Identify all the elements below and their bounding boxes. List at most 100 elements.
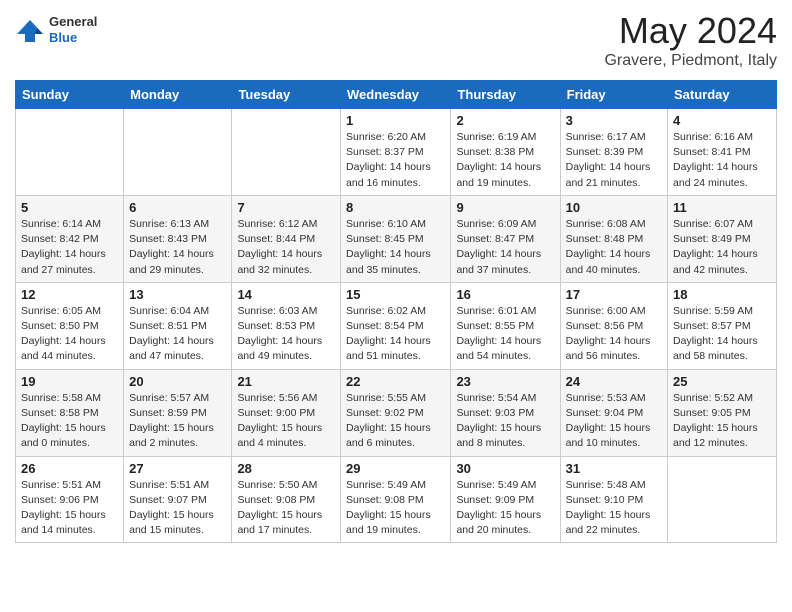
day-number: 14 [237, 287, 335, 302]
calendar-day-cell: 23Sunrise: 5:54 AM Sunset: 9:03 PM Dayli… [451, 369, 560, 456]
day-info: Sunrise: 6:07 AM Sunset: 8:49 PM Dayligh… [673, 217, 771, 278]
day-number: 18 [673, 287, 771, 302]
calendar-day-cell: 18 Sunrise: 5:59 AM Sunset: 8:57 PM Dayli… [668, 282, 777, 369]
logo-text: General Blue [49, 14, 97, 45]
calendar-week-row: 5 Sunrise: 6:14 AM Sunset: 8:42 PM Daylig… [16, 195, 777, 282]
calendar-day-cell: 3Sunrise: 6:17 AM Sunset: 8:39 PM Daylig… [560, 109, 667, 196]
weekday-header: Wednesday [341, 81, 451, 109]
calendar-day-cell: 9Sunrise: 6:09 AM Sunset: 8:47 PM Daylig… [451, 195, 560, 282]
day-number: 31 [566, 461, 662, 476]
calendar-day-cell [124, 109, 232, 196]
day-info: Sunrise: 5:56 AM Sunset: 9:00 PM Dayligh… [237, 391, 335, 452]
day-info: Sunrise: 5:49 AM Sunset: 9:09 PM Dayligh… [456, 478, 554, 539]
day-info: Sunrise: 6:03 AM Sunset: 8:53 PM Dayligh… [237, 304, 335, 365]
day-info: Sunrise: 5:53 AM Sunset: 9:04 PM Dayligh… [566, 391, 662, 452]
calendar-day-cell: 17 Sunrise: 6:00 AM Sunset: 8:56 PM Dayli… [560, 282, 667, 369]
weekday-header: Thursday [451, 81, 560, 109]
calendar-week-row: 26Sunrise: 5:51 AM Sunset: 9:06 PM Dayli… [16, 456, 777, 543]
calendar-day-cell: 22 Sunrise: 5:55 AM Sunset: 9:02 PM Dayli… [341, 369, 451, 456]
calendar-day-cell: 1 Sunrise: 6:20 AM Sunset: 8:37 PM Daylig… [341, 109, 451, 196]
day-info: Sunrise: 5:51 AM Sunset: 9:07 PM Dayligh… [129, 478, 226, 539]
title-block: May 2024 Gravere, Piedmont, Italy [604, 10, 777, 70]
day-info: Sunrise: 6:00 AM Sunset: 8:56 PM Dayligh… [566, 304, 662, 365]
day-info: Sunrise: 5:49 AM Sunset: 9:08 PM Dayligh… [346, 478, 445, 539]
calendar-day-cell: 14 Sunrise: 6:03 AM Sunset: 8:53 PM Dayli… [232, 282, 341, 369]
day-number: 15 [346, 287, 445, 302]
day-number: 2 [456, 113, 554, 128]
logo-icon [15, 16, 45, 44]
day-info: Sunrise: 5:59 AM Sunset: 8:57 PM Dayligh… [673, 304, 771, 365]
day-number: 11 [673, 200, 771, 215]
calendar-day-cell: 13Sunrise: 6:04 AM Sunset: 8:51 PM Dayli… [124, 282, 232, 369]
day-number: 5 [21, 200, 118, 215]
calendar-day-cell: 10Sunrise: 6:08 AM Sunset: 8:48 PM Dayli… [560, 195, 667, 282]
day-info: Sunrise: 5:58 AM Sunset: 8:58 PM Dayligh… [21, 391, 118, 452]
day-number: 30 [456, 461, 554, 476]
weekday-header: Sunday [16, 81, 124, 109]
day-info: Sunrise: 6:04 AM Sunset: 8:51 PM Dayligh… [129, 304, 226, 365]
calendar-day-cell: 30 Sunrise: 5:49 AM Sunset: 9:09 PM Dayli… [451, 456, 560, 543]
calendar-day-cell: 16 Sunrise: 6:01 AM Sunset: 8:55 PM Dayli… [451, 282, 560, 369]
calendar-day-cell: 26Sunrise: 5:51 AM Sunset: 9:06 PM Dayli… [16, 456, 124, 543]
day-info: Sunrise: 5:48 AM Sunset: 9:10 PM Dayligh… [566, 478, 662, 539]
calendar-day-cell: 25Sunrise: 5:52 AM Sunset: 9:05 PM Dayli… [668, 369, 777, 456]
calendar-day-cell: 27 Sunrise: 5:51 AM Sunset: 9:07 PM Dayli… [124, 456, 232, 543]
day-info: Sunrise: 6:14 AM Sunset: 8:42 PM Dayligh… [21, 217, 118, 278]
calendar-table: SundayMondayTuesdayWednesdayThursdayFrid… [15, 80, 777, 543]
logo-blue: Blue [49, 30, 77, 45]
day-number: 8 [346, 200, 445, 215]
day-number: 27 [129, 461, 226, 476]
weekday-header: Monday [124, 81, 232, 109]
calendar-day-cell: 12Sunrise: 6:05 AM Sunset: 8:50 PM Dayli… [16, 282, 124, 369]
day-number: 1 [346, 113, 445, 128]
calendar-day-cell: 5 Sunrise: 6:14 AM Sunset: 8:42 PM Daylig… [16, 195, 124, 282]
calendar-day-cell: 4 Sunrise: 6:16 AM Sunset: 8:41 PM Daylig… [668, 109, 777, 196]
calendar-day-cell: 8 Sunrise: 6:10 AM Sunset: 8:45 PM Daylig… [341, 195, 451, 282]
day-number: 28 [237, 461, 335, 476]
day-info: Sunrise: 6:19 AM Sunset: 8:38 PM Dayligh… [456, 130, 554, 191]
day-info: Sunrise: 5:57 AM Sunset: 8:59 PM Dayligh… [129, 391, 226, 452]
logo-general: General [49, 14, 97, 29]
day-info: Sunrise: 6:13 AM Sunset: 8:43 PM Dayligh… [129, 217, 226, 278]
day-number: 12 [21, 287, 118, 302]
day-info: Sunrise: 6:20 AM Sunset: 8:37 PM Dayligh… [346, 130, 445, 191]
day-info: Sunrise: 6:16 AM Sunset: 8:41 PM Dayligh… [673, 130, 771, 191]
day-info: Sunrise: 6:01 AM Sunset: 8:55 PM Dayligh… [456, 304, 554, 365]
day-number: 6 [129, 200, 226, 215]
location-subtitle: Gravere, Piedmont, Italy [604, 52, 777, 70]
calendar-day-cell [232, 109, 341, 196]
day-number: 23 [456, 374, 554, 389]
calendar-header-row: SundayMondayTuesdayWednesdayThursdayFrid… [16, 81, 777, 109]
day-number: 24 [566, 374, 662, 389]
day-number: 20 [129, 374, 226, 389]
day-info: Sunrise: 6:12 AM Sunset: 8:44 PM Dayligh… [237, 217, 335, 278]
day-number: 29 [346, 461, 445, 476]
weekday-header: Tuesday [232, 81, 341, 109]
day-number: 26 [21, 461, 118, 476]
day-number: 4 [673, 113, 771, 128]
day-number: 16 [456, 287, 554, 302]
calendar-week-row: 1 Sunrise: 6:20 AM Sunset: 8:37 PM Daylig… [16, 109, 777, 196]
calendar-day-cell: 28Sunrise: 5:50 AM Sunset: 9:08 PM Dayli… [232, 456, 341, 543]
day-number: 3 [566, 113, 662, 128]
day-number: 25 [673, 374, 771, 389]
day-number: 22 [346, 374, 445, 389]
calendar-day-cell: 15Sunrise: 6:02 AM Sunset: 8:54 PM Dayli… [341, 282, 451, 369]
calendar-day-cell: 31 Sunrise: 5:48 AM Sunset: 9:10 PM Dayli… [560, 456, 667, 543]
logo: General Blue [15, 14, 97, 45]
calendar-day-cell: 2 Sunrise: 6:19 AM Sunset: 8:38 PM Daylig… [451, 109, 560, 196]
calendar-day-cell: 6 Sunrise: 6:13 AM Sunset: 8:43 PM Daylig… [124, 195, 232, 282]
calendar-day-cell: 29 Sunrise: 5:49 AM Sunset: 9:08 PM Dayli… [341, 456, 451, 543]
calendar-day-cell: 11 Sunrise: 6:07 AM Sunset: 8:49 PM Dayli… [668, 195, 777, 282]
day-number: 7 [237, 200, 335, 215]
day-info: Sunrise: 5:55 AM Sunset: 9:02 PM Dayligh… [346, 391, 445, 452]
day-info: Sunrise: 6:08 AM Sunset: 8:48 PM Dayligh… [566, 217, 662, 278]
day-info: Sunrise: 6:10 AM Sunset: 8:45 PM Dayligh… [346, 217, 445, 278]
calendar-day-cell: 24 Sunrise: 5:53 AM Sunset: 9:04 PM Dayli… [560, 369, 667, 456]
calendar-week-row: 12Sunrise: 6:05 AM Sunset: 8:50 PM Dayli… [16, 282, 777, 369]
calendar-day-cell: 20 Sunrise: 5:57 AM Sunset: 8:59 PM Dayli… [124, 369, 232, 456]
weekday-header: Friday [560, 81, 667, 109]
calendar-day-cell [16, 109, 124, 196]
day-number: 17 [566, 287, 662, 302]
month-title: May 2024 [604, 10, 777, 52]
